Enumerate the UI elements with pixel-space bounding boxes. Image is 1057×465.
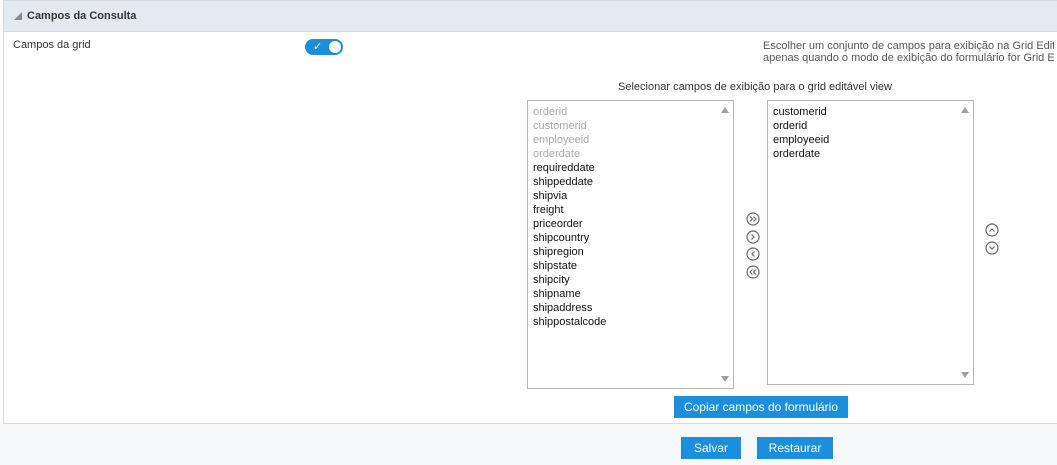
available-fields-list[interactable]: orderid customerid employeeid orderdate requ… (527, 100, 734, 389)
selected-field-item[interactable]: employeeid (773, 133, 973, 147)
help-text-line-2: apenas quando o modo de exibição do form… (763, 52, 1054, 64)
available-field-item[interactable]: freight (533, 203, 733, 217)
move-up-icon[interactable] (985, 223, 999, 237)
available-field-item: orderdate (533, 148, 581, 160)
move-all-left-icon[interactable] (746, 265, 760, 279)
available-field-item[interactable]: requireddate (533, 161, 733, 175)
available-field-item[interactable]: shipvia (533, 189, 733, 203)
available-field-item: customerid (533, 120, 587, 132)
move-right-icon[interactable] (746, 230, 760, 244)
available-field-item: employeeid (533, 134, 590, 146)
panel-title: Campos da Consulta (27, 10, 137, 22)
footer-bar (0, 424, 1057, 465)
panel-header[interactable]: Campos da Consulta (4, 1, 1057, 32)
check-icon: ✓ (313, 41, 323, 53)
field-selector-title: Selecionar campos de exibição para o gri… (618, 81, 892, 93)
scroll-down-arrow-icon[interactable] (961, 372, 969, 378)
selected-fields-scrollbar[interactable] (957, 101, 973, 384)
grid-fields-toggle[interactable]: ✓ (305, 39, 343, 55)
move-down-icon[interactable] (985, 241, 999, 255)
available-field-item[interactable]: shipstate (533, 259, 733, 273)
help-text-line-1: Escolher um conjunto de campos para exib… (763, 40, 1054, 52)
available-field-item[interactable]: shipregion (533, 245, 733, 259)
help-text: Escolher um conjunto de campos para exib… (763, 40, 1054, 64)
available-field-item[interactable]: shipcity (533, 273, 733, 287)
available-field-item: orderid (533, 106, 568, 118)
selected-field-item[interactable]: customerid (773, 105, 973, 119)
available-field-item[interactable]: shipcountry (533, 231, 733, 245)
scroll-down-arrow-icon[interactable] (721, 376, 729, 382)
available-field-item[interactable]: shippostalcode (533, 315, 733, 329)
selected-field-item[interactable]: orderid (773, 119, 973, 133)
copy-form-fields-button[interactable]: Copiar campos do formulário (674, 396, 848, 418)
available-field-item[interactable]: shipaddress (533, 301, 733, 315)
selected-field-item[interactable]: orderdate (773, 147, 973, 161)
restore-button[interactable]: Restaurar (757, 437, 833, 459)
scroll-up-arrow-icon[interactable] (961, 107, 969, 113)
grid-fields-label: Campos da grid (13, 39, 91, 51)
selected-fields-list[interactable]: customerid orderid employeeid orderdate (767, 100, 974, 385)
toggle-knob (329, 41, 341, 53)
available-fields-scrollbar[interactable] (717, 101, 733, 388)
move-left-icon[interactable] (746, 247, 760, 261)
scroll-up-arrow-icon[interactable] (721, 107, 729, 113)
available-field-item[interactable]: shipname (533, 287, 733, 301)
save-button[interactable]: Salvar (681, 437, 741, 459)
collapse-triangle-icon[interactable] (14, 12, 22, 20)
move-all-right-icon[interactable] (746, 212, 760, 226)
available-field-item[interactable]: priceorder (533, 217, 733, 231)
available-field-item[interactable]: shippeddate (533, 175, 733, 189)
